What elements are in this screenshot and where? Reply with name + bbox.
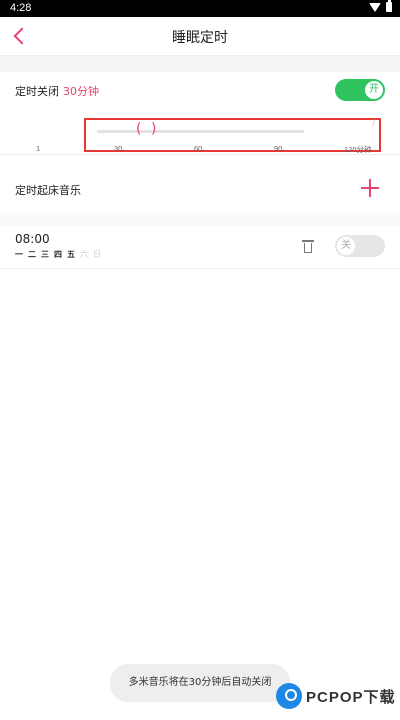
status-time: 4:28 <box>10 2 32 14</box>
status-bar: 4:28 <box>0 0 400 17</box>
slider-tick: 120分钟 <box>344 145 372 154</box>
toast-message: 多米音乐将在30分钟后自动关闭 <box>110 664 290 702</box>
trash-icon[interactable] <box>301 238 317 254</box>
day-label: 五 <box>67 250 75 259</box>
slider-track[interactable] <box>97 130 304 133</box>
section-divider <box>0 212 400 226</box>
pcpop-logo-icon <box>276 683 302 709</box>
timer-label: 定时关闭 30分钟 <box>15 83 99 99</box>
slider-end-mark: / <box>372 119 376 129</box>
slider-thumb[interactable]: () <box>136 121 160 141</box>
watermark: PCPOP下载 <box>276 683 396 709</box>
alarm-time: 08:00 <box>15 232 50 246</box>
alarm-item[interactable]: 08:00 一 二 三 四 五 六 日 关 <box>0 226 400 269</box>
timer-value: 30分钟 <box>63 85 99 98</box>
timer-label-text: 定时关闭 <box>15 85 59 98</box>
day-label: 一 <box>15 250 23 259</box>
timer-toggle[interactable]: 开 <box>335 79 385 101</box>
day-label: 二 <box>28 250 36 259</box>
slider-tick: 60 <box>194 144 203 153</box>
slider-tick: 30 <box>114 144 123 153</box>
alarm-toggle[interactable]: 关 <box>335 235 385 257</box>
watermark-text: PCPOP下载 <box>306 688 396 706</box>
wake-music-row: 定时起床音乐 <box>0 168 400 213</box>
day-label: 日 <box>93 250 101 259</box>
status-icons <box>369 0 392 12</box>
slider-tick: 90 <box>274 144 283 153</box>
page-title: 睡眠定时 <box>172 30 228 46</box>
day-label: 六 <box>80 250 88 259</box>
battery-icon <box>386 0 392 12</box>
day-label: 四 <box>54 250 62 259</box>
timer-slider-area: () / 1 30 60 90 120分钟 <box>0 110 400 155</box>
alarm-toggle-knob: 关 <box>337 237 355 255</box>
section-divider <box>0 56 400 72</box>
slider-tick: 1 <box>36 144 41 153</box>
wifi-icon <box>369 2 381 12</box>
wake-music-title: 定时起床音乐 <box>15 184 81 197</box>
add-alarm-button[interactable] <box>360 178 380 198</box>
timer-off-row: 定时关闭 30分钟 开 <box>0 72 400 110</box>
slider-highlight-frame <box>84 118 381 152</box>
timer-toggle-knob: 开 <box>365 81 383 99</box>
alarm-days: 一 二 三 四 五 六 日 <box>15 249 102 260</box>
app-header: 睡眠定时 <box>0 17 400 56</box>
day-label: 三 <box>41 250 49 259</box>
